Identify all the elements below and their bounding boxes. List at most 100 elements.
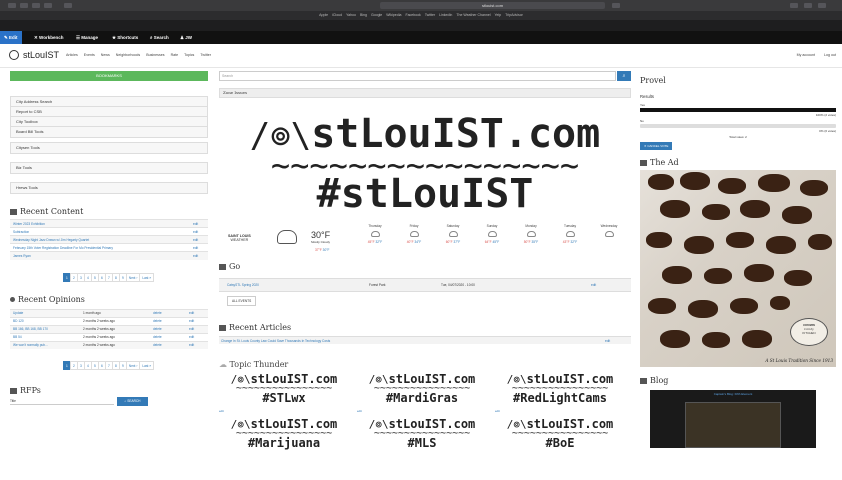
- site-search-button[interactable]: ⌕: [617, 71, 631, 81]
- nav-link-rate[interactable]: Rate: [171, 53, 179, 57]
- content-edit-link[interactable]: edit: [190, 227, 208, 236]
- zone-issues-link[interactable]: Zone Issues: [219, 88, 631, 98]
- blog-image[interactable]: Captain's Blog: Fifth Element: [650, 390, 816, 448]
- favorite-link[interactable]: TripAdvisor: [505, 13, 523, 17]
- all-events-button[interactable]: ALL EVENTS: [227, 296, 257, 306]
- article-title-link[interactable]: Change In St. Louis County Law Could Sav…: [221, 339, 330, 343]
- new-tab-icon[interactable]: [804, 3, 812, 8]
- my-account-link[interactable]: My account: [797, 53, 815, 57]
- opinion-title-link[interactable]: We won't normally pub...: [10, 340, 80, 349]
- favorite-link[interactable]: Yahoo: [346, 13, 356, 17]
- topic-logo[interactable]: /⊚\stLouIST.com ~~~~~~~~~~~~~~~~ #MardiGra…: [357, 373, 487, 404]
- nav-link-topics[interactable]: Topics: [184, 53, 194, 57]
- opinion-edit-link[interactable]: edit: [186, 332, 208, 341]
- reload-icon[interactable]: [612, 3, 620, 8]
- opinion-edit-link[interactable]: edit: [186, 316, 208, 325]
- opinion-delete-link[interactable]: delete: [150, 308, 186, 317]
- content-edit-link[interactable]: edit: [190, 251, 208, 260]
- cancel-vote-button[interactable]: ✕ CANCEL VOTE: [640, 142, 673, 150]
- topic-logo[interactable]: /⊚\stLouIST.com ~~~~~~~~~~~~~~~~ #STLwx: [219, 373, 349, 404]
- user-button[interactable]: ♟ JW: [180, 31, 192, 44]
- board-bill-tools-link[interactable]: Board Bill Tools: [11, 127, 207, 137]
- nav-link-twitter[interactable]: Twitter: [200, 53, 211, 57]
- favorite-link[interactable]: Facebook: [405, 13, 420, 17]
- opinion-title-link[interactable]: Update: [10, 308, 80, 317]
- opinion-title-link[interactable]: BB 54: [10, 332, 80, 341]
- article-edit-link[interactable]: edit: [605, 339, 610, 343]
- pager-item[interactable]: Next ›: [125, 272, 141, 282]
- content-title-link[interactable]: February 15th Voter Registration Deadlin…: [10, 243, 190, 252]
- pager-item[interactable]: Last »: [139, 361, 155, 370]
- blog-caption-link[interactable]: Captain's Blog: Fifth Element: [650, 392, 816, 396]
- topic-edit-link[interactable]: edit: [495, 409, 500, 413]
- content-edit-link[interactable]: edit: [190, 243, 208, 252]
- content-title-link[interactable]: Wednesday Night Jazz Drawn w/ Jim Hegart…: [10, 235, 190, 244]
- content-edit-link[interactable]: edit: [190, 235, 208, 244]
- topic-logo[interactable]: /⊚\stLouIST.com ~~~~~~~~~~~~~~~~ #Marijuan…: [219, 418, 349, 449]
- topic-edit-link[interactable]: edit: [357, 409, 362, 413]
- favorite-link[interactable]: The Weather Channel: [456, 13, 490, 17]
- rfps-search-button[interactable]: ⌕ SEARCH: [117, 397, 148, 406]
- shield-icon[interactable]: [44, 3, 52, 8]
- topic-logo[interactable]: /⊚\stLouIST.com ~~~~~~~~~~~~~~~~ #RedLight…: [495, 373, 625, 404]
- pager-item[interactable]: Next ›: [125, 361, 141, 370]
- ad-image[interactable]: CROWN Candy KITCHEN A St Louis Tradition…: [640, 170, 836, 367]
- search-button[interactable]: ⌕ Search: [150, 31, 169, 44]
- sidebar-toggle-icon[interactable]: [8, 3, 16, 8]
- nav-link-neighborhoods[interactable]: Neighborhoods: [116, 53, 140, 57]
- favorite-link[interactable]: Yelp: [495, 13, 502, 17]
- opinion-title-link[interactable]: BB 166, BB 168, BB 170: [10, 324, 80, 333]
- site-search-input[interactable]: Search: [219, 71, 616, 81]
- extensions-icon[interactable]: [64, 3, 72, 8]
- pager-item[interactable]: Last »: [139, 272, 155, 282]
- opinion-delete-link[interactable]: delete: [150, 332, 186, 341]
- nav-link-events[interactable]: Events: [84, 53, 95, 57]
- favorite-link[interactable]: Bing: [360, 13, 367, 17]
- logout-link[interactable]: Log out: [824, 53, 836, 57]
- favorite-link[interactable]: LinkedIn: [439, 13, 452, 17]
- bookmarks-header[interactable]: BOOKMARKS: [10, 71, 208, 81]
- city-toolbox-link[interactable]: City Toolbox: [11, 117, 207, 127]
- opinion-delete-link[interactable]: delete: [150, 324, 186, 333]
- nav-link-businesses[interactable]: Businesses: [146, 53, 164, 57]
- hrews-tools-link[interactable]: Hrews Tools: [11, 183, 207, 193]
- favorite-link[interactable]: Google: [371, 13, 382, 17]
- content-title-link[interactable]: Subtraction: [10, 227, 190, 236]
- share-icon[interactable]: [790, 3, 798, 8]
- opinion-edit-link[interactable]: edit: [186, 324, 208, 333]
- tab-overview-icon[interactable]: [818, 3, 826, 8]
- back-icon[interactable]: [20, 3, 28, 8]
- topic-edit-link[interactable]: edit: [219, 409, 224, 413]
- nav-link-news[interactable]: News: [101, 53, 110, 57]
- favorite-link[interactable]: iCloud: [332, 13, 342, 17]
- topic-logo[interactable]: /⊚\stLouIST.com ~~~~~~~~~~~~~~~~ #MLS: [357, 418, 487, 449]
- content-title-link[interactable]: James Ryan: [10, 251, 190, 260]
- favorite-link[interactable]: Apple: [319, 13, 328, 17]
- opinion-title-link[interactable]: BD 120: [10, 316, 80, 325]
- favorite-link[interactable]: Twitter: [425, 13, 435, 17]
- opinion-edit-link[interactable]: edit: [186, 308, 208, 317]
- site-logo-icon[interactable]: [9, 50, 19, 60]
- opinion-delete-link[interactable]: delete: [150, 340, 186, 349]
- nav-link-articles[interactable]: Articles: [66, 53, 78, 57]
- city-address-search-link[interactable]: City Address Search: [11, 97, 207, 107]
- site-name[interactable]: stLouIST: [23, 50, 59, 60]
- content-title-link[interactable]: Winter 2023 Exhibition: [10, 219, 190, 228]
- biz-tools-link[interactable]: Biz Tools: [11, 163, 207, 173]
- manage-button[interactable]: ☰ Manage: [76, 31, 98, 44]
- event-edit-link[interactable]: edit: [591, 283, 596, 287]
- opinion-delete-link[interactable]: delete: [150, 316, 186, 325]
- rfps-title-input[interactable]: [10, 404, 114, 405]
- opinion-edit-link[interactable]: edit: [186, 340, 208, 349]
- event-name-link[interactable]: CatsySTL Spring 2020: [227, 283, 259, 287]
- address-bar[interactable]: stlouist.com: [380, 2, 605, 9]
- workbench-button[interactable]: ✕ Workbench: [34, 31, 63, 44]
- content-edit-link[interactable]: edit: [190, 219, 208, 228]
- topic-logo[interactable]: /⊚\stLouIST.com ~~~~~~~~~~~~~~~~ #BoE: [495, 418, 625, 449]
- forward-icon[interactable]: [32, 3, 40, 8]
- shortcuts-button[interactable]: ★ Shortcuts: [112, 31, 138, 44]
- favorite-link[interactable]: Wikipedia: [386, 13, 401, 17]
- edit-button[interactable]: ✎ Edit: [0, 31, 22, 44]
- report-to-csb-link[interactable]: Report to CSB: [11, 107, 207, 117]
- citysen-tools-link[interactable]: Citysen Tools: [11, 143, 207, 153]
